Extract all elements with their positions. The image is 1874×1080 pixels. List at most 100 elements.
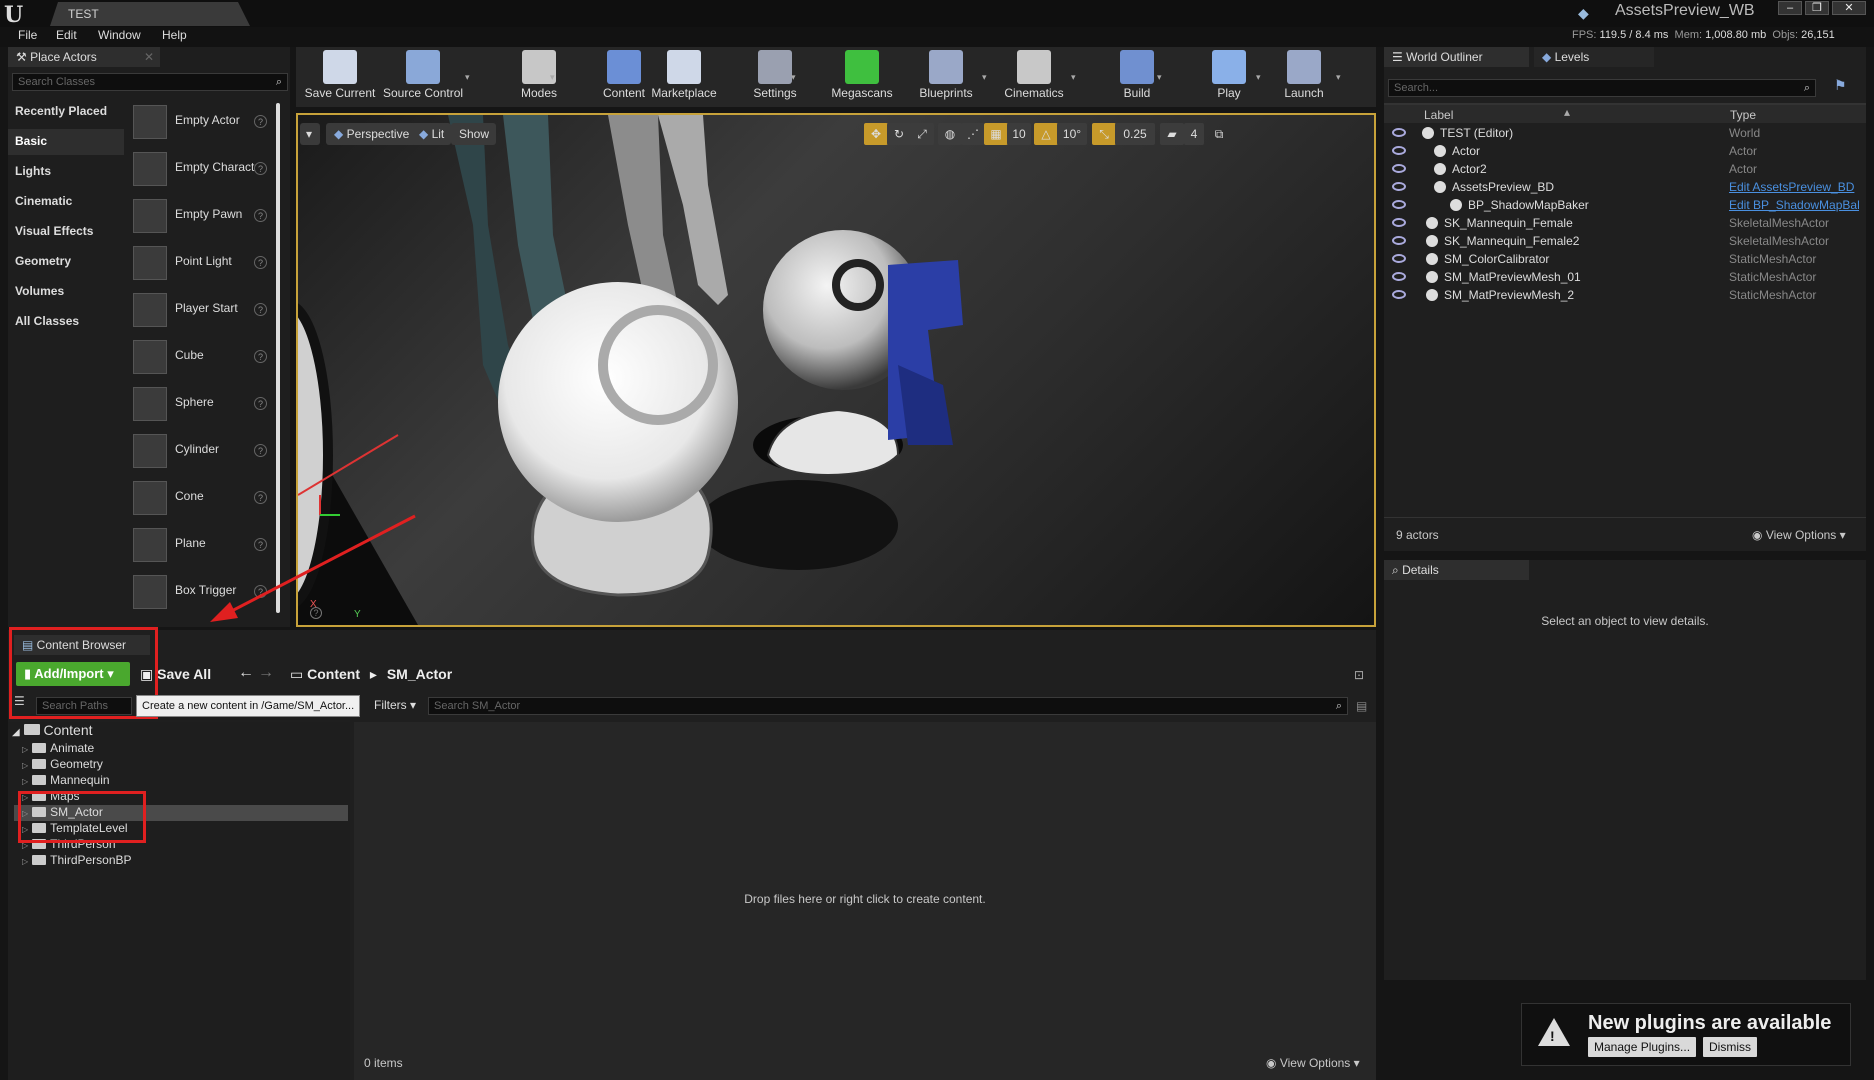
expand-arrow-icon[interactable]: ▷	[22, 857, 28, 866]
help-icon[interactable]: ?	[254, 115, 267, 128]
rotate-icon[interactable]: ↻	[887, 123, 911, 145]
rotation-snap-icon[interactable]: △	[1034, 123, 1058, 145]
breadcrumb-separator-icon[interactable]: ▸	[370, 666, 377, 682]
help-icon[interactable]: ?	[254, 303, 267, 316]
view-options-button[interactable]: ◉ View Options ▾	[1752, 528, 1846, 542]
visibility-eye-icon[interactable]	[1392, 236, 1406, 245]
restore-button[interactable]: ❐	[1805, 1, 1829, 15]
category-lights[interactable]: Lights	[8, 159, 124, 185]
menu-help[interactable]: Help	[162, 28, 187, 42]
search-assets-input[interactable]: Search SM_Actor ⌕	[428, 697, 1348, 715]
help-icon[interactable]: ?	[254, 256, 267, 269]
outliner-row[interactable]: SK_Mannequin_Female2 SkeletalMeshActor	[1384, 232, 1866, 250]
show-button[interactable]: Show	[451, 123, 497, 145]
filters-button[interactable]: Filters ▾	[374, 698, 416, 712]
expand-arrow-icon[interactable]: ▷	[22, 761, 28, 770]
level-viewport[interactable]: ▾ ◆ Perspective ◆ Lit Show ✥ ↻ ⤢ ◍ ⋰ ▦ 1…	[296, 113, 1376, 627]
visibility-eye-icon[interactable]	[1392, 290, 1406, 299]
document-tab[interactable]: TEST	[50, 2, 250, 26]
toolbar-source-control-button[interactable]: Source Control	[383, 50, 463, 106]
details-tab[interactable]: ⌕ Details	[1384, 560, 1529, 580]
outliner-row[interactable]: TEST (Editor) World	[1384, 124, 1866, 142]
back-arrow-icon[interactable]: ←	[238, 664, 254, 682]
maximize-viewport-icon[interactable]: ⧉	[1210, 123, 1228, 145]
visibility-eye-icon[interactable]	[1392, 164, 1406, 173]
save-search-icon[interactable]: ▤	[1356, 699, 1367, 713]
help-icon[interactable]: ?	[254, 350, 267, 363]
outliner-row[interactable]: SM_MatPreviewMesh_2 StaticMeshActor	[1384, 286, 1866, 304]
help-icon[interactable]: ?	[254, 162, 267, 175]
outliner-search-input[interactable]: Search... ⌕	[1388, 79, 1816, 97]
actor-item-point-light[interactable]: Point Light?	[132, 243, 272, 283]
dropdown-arrow-icon[interactable]: ▾	[465, 72, 470, 83]
actor-item-empty-pawn[interactable]: Empty Pawn?	[132, 196, 272, 236]
expand-arrow-icon[interactable]: ▷	[22, 777, 28, 786]
folder-mannequin[interactable]: ▷ Mannequin	[22, 773, 110, 789]
toolbar-blueprints-button[interactable]: Blueprints	[906, 50, 986, 106]
actor-item-sphere[interactable]: Sphere?	[132, 384, 272, 424]
place-actors-tab[interactable]: ⚒ Place Actors ✕	[8, 47, 160, 67]
visibility-eye-icon[interactable]	[1392, 218, 1406, 227]
rotation-snap-value[interactable]: 10°	[1057, 123, 1087, 145]
help-icon[interactable]: ?	[254, 444, 267, 457]
search-classes-input[interactable]: Search Classes ⌕	[12, 73, 288, 91]
breadcrumb-sm-actor[interactable]: SM_Actor	[387, 666, 452, 682]
toolbar-modes-button[interactable]: Modes	[499, 50, 579, 106]
dropdown-arrow-icon[interactable]: ▾	[791, 72, 796, 83]
outliner-row-type[interactable]: Edit BP_ShadowMapBaker	[1729, 198, 1859, 212]
scale-icon[interactable]: ⤢	[910, 123, 934, 145]
dropdown-arrow-icon[interactable]: ▾	[1071, 72, 1076, 83]
camera-speed-value[interactable]: 4	[1184, 123, 1204, 145]
outliner-row[interactable]: AssetsPreview_BD Edit AssetsPreview_BD	[1384, 178, 1866, 196]
camera-speed-icon[interactable]: ▰	[1160, 123, 1184, 145]
outliner-row[interactable]: SM_ColorCalibrator StaticMeshActor	[1384, 250, 1866, 268]
manage-plugins-button[interactable]: Manage Plugins...	[1588, 1037, 1697, 1057]
outliner-row-type[interactable]: Edit AssetsPreview_BD	[1729, 180, 1859, 194]
grid-snap-value[interactable]: 10	[1007, 123, 1031, 145]
dropdown-arrow-icon[interactable]: ▾	[1256, 72, 1261, 83]
visibility-eye-icon[interactable]	[1392, 128, 1406, 137]
lit-button[interactable]: ◆ Lit	[411, 123, 452, 145]
actor-item-cylinder[interactable]: Cylinder?	[132, 431, 272, 471]
surface-snap-icon[interactable]: ⋰	[961, 123, 985, 145]
tree-root[interactable]: ◢ Content	[12, 722, 93, 738]
translate-icon[interactable]: ✥	[864, 123, 888, 145]
visibility-eye-icon[interactable]	[1392, 182, 1406, 191]
outliner-row[interactable]: SK_Mannequin_Female SkeletalMeshActor	[1384, 214, 1866, 232]
world-local-icon[interactable]: ◍	[938, 123, 962, 145]
category-cinematic[interactable]: Cinematic	[8, 189, 124, 215]
scale-snap-value[interactable]: 0.25	[1115, 123, 1155, 145]
type-column-header[interactable]: Type	[1730, 108, 1756, 122]
dropdown-arrow-icon[interactable]: ▾	[1157, 72, 1162, 83]
world-outliner-tab[interactable]: ☰ World Outliner	[1384, 47, 1529, 67]
toolbar-marketplace-button[interactable]: Marketplace	[644, 50, 724, 106]
actor-item-player-start[interactable]: Player Start?	[132, 290, 272, 330]
outliner-row[interactable]: Actor2 Actor	[1384, 160, 1866, 178]
expand-arrow-icon[interactable]: ▷	[22, 745, 28, 754]
levels-tab[interactable]: ◆ Levels	[1534, 47, 1654, 67]
toolbar-megascans-button[interactable]: Megascans	[822, 50, 902, 106]
toolbar-settings-button[interactable]: Settings	[735, 50, 815, 106]
breadcrumb-content[interactable]: Content	[307, 666, 360, 682]
folder-geometry[interactable]: ▷ Geometry	[22, 757, 103, 773]
visibility-eye-icon[interactable]	[1392, 272, 1406, 281]
folder-animate[interactable]: ▷ Animate	[22, 741, 94, 757]
category-volumes[interactable]: Volumes	[8, 279, 124, 305]
minimize-button[interactable]: –	[1778, 1, 1802, 15]
grid-snap-icon[interactable]: ▦	[984, 123, 1008, 145]
add-filter-icon[interactable]: ⚑	[1834, 77, 1847, 94]
label-column-header[interactable]: Label	[1424, 108, 1453, 122]
category-geometry[interactable]: Geometry	[8, 249, 124, 275]
scale-snap-icon[interactable]: ⤡	[1092, 123, 1116, 145]
outliner-row[interactable]: Actor Actor	[1384, 142, 1866, 160]
category-visual-effects[interactable]: Visual Effects	[8, 219, 124, 245]
help-icon[interactable]: ?	[254, 209, 267, 222]
close-icon[interactable]: ✕	[144, 50, 154, 64]
folder-thirdpersonbp[interactable]: ▷ ThirdPersonBP	[22, 853, 132, 869]
view-options-button[interactable]: ◉ View Options ▾	[1266, 1056, 1360, 1070]
actor-item-empty-character[interactable]: Empty Character?	[132, 149, 272, 189]
dropdown-arrow-icon[interactable]: ▾	[550, 72, 555, 83]
visibility-eye-icon[interactable]	[1392, 146, 1406, 155]
actor-item-empty-actor[interactable]: Empty Actor?	[132, 102, 272, 142]
actor-item-cube[interactable]: Cube?	[132, 337, 272, 377]
